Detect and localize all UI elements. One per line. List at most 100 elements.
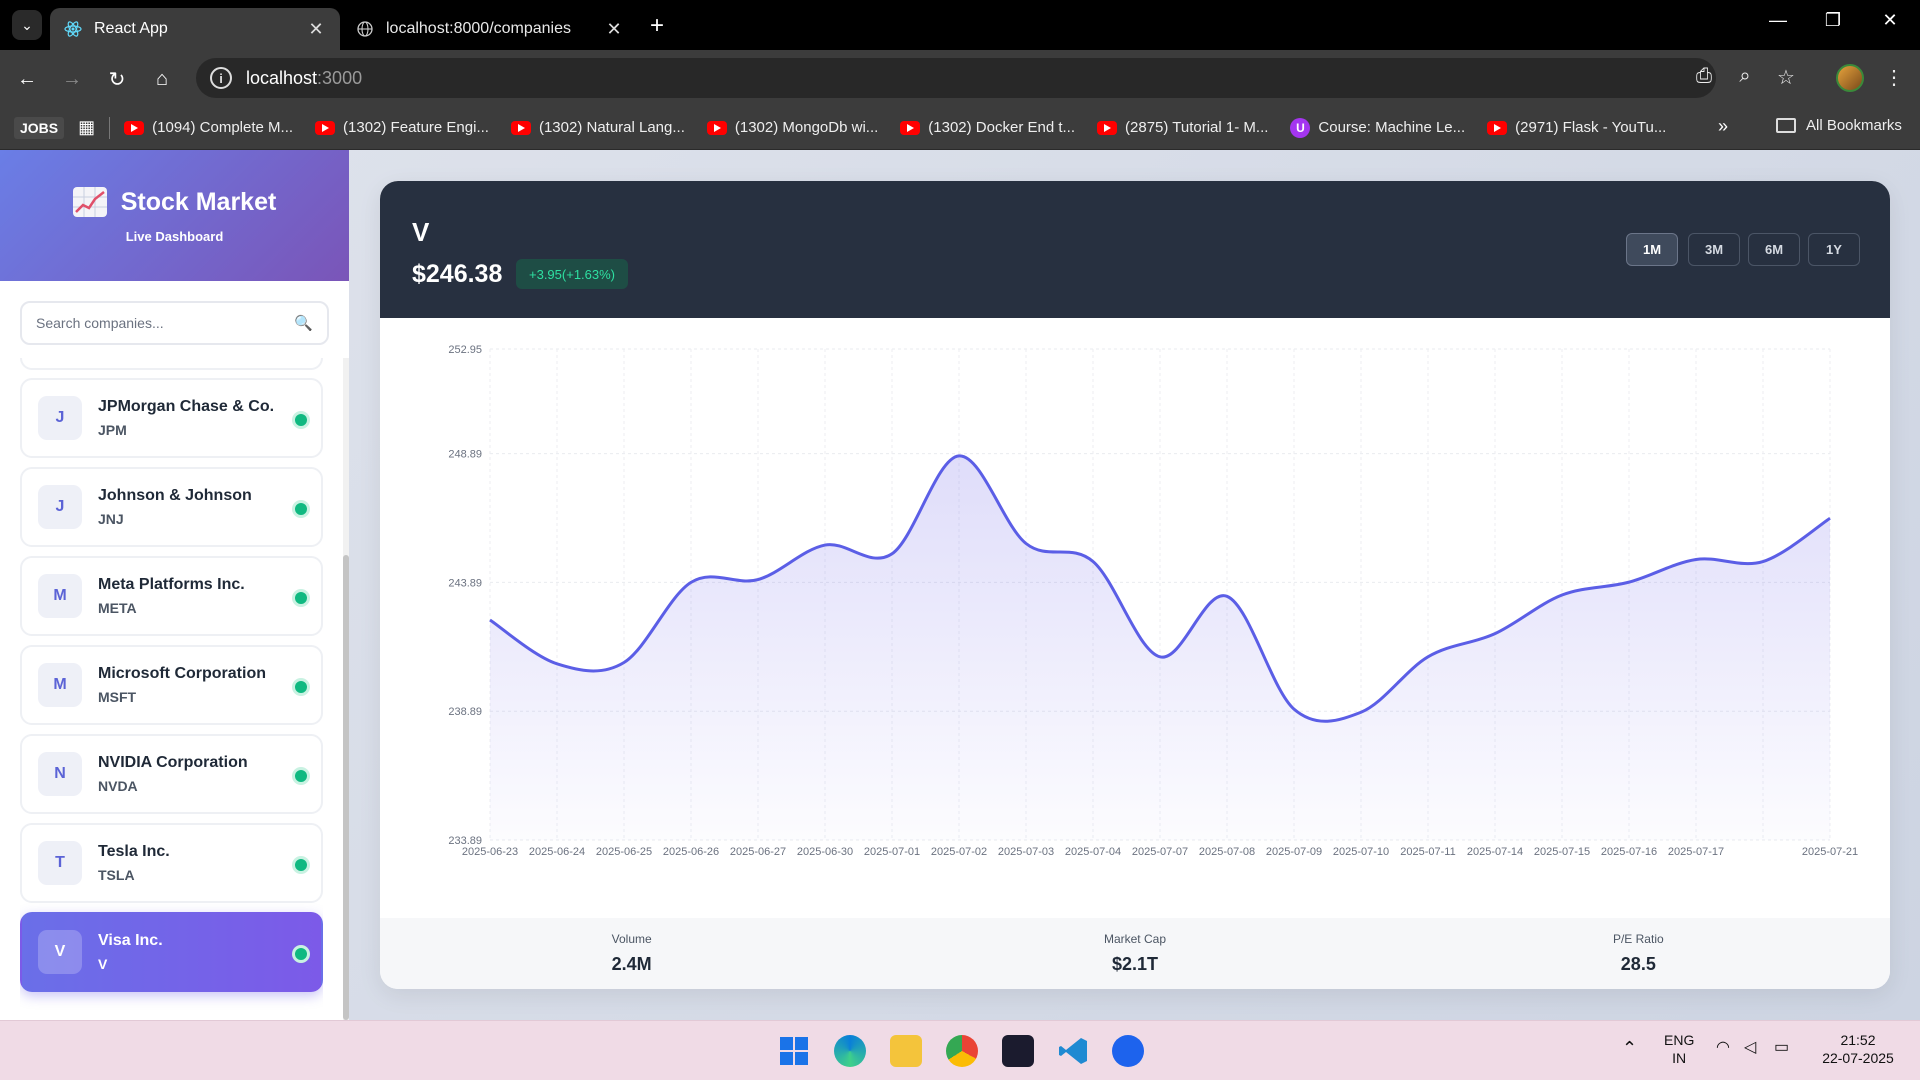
tab-search-button[interactable]: ⌄ — [12, 10, 42, 40]
stock-header: V $246.38 +3.95(+1.63%) 1M 3M 6M 1Y — [380, 181, 1890, 318]
menu-dots-icon[interactable]: ⋮ — [1880, 65, 1908, 90]
more-bookmarks-icon[interactable]: » — [1718, 116, 1728, 137]
close-tab-icon[interactable]: ✕ — [604, 19, 624, 40]
x-tick-label: 2025-07-02 — [931, 846, 987, 858]
bookmark-item[interactable]: (1094) Complete M... — [124, 119, 293, 136]
company-avatar: T — [38, 841, 82, 885]
home-button[interactable]: ⌂ — [147, 64, 177, 94]
address-host: localhost — [246, 67, 318, 88]
company-item-msft[interactable]: M Microsoft Corporation MSFT — [20, 645, 323, 725]
stat-value: 28.5 — [1620, 954, 1656, 974]
search-input[interactable] — [36, 315, 295, 331]
bookmark-item[interactable]: (1302) Docker End t... — [900, 119, 1075, 136]
volume-icon[interactable]: ◁ — [1744, 1039, 1756, 1057]
chevron-up-icon[interactable]: ⌃ — [1622, 1039, 1637, 1057]
tab-bar: ⌄ React App ✕ localhost:8000/companies ✕… — [0, 0, 1920, 50]
list-item-partial[interactable] — [20, 358, 323, 370]
stat-value: $2.1T — [1111, 954, 1158, 974]
install-app-icon[interactable]: ⎙ — [1690, 65, 1718, 88]
app-title: Stock Market — [120, 187, 277, 216]
company-item-tsla[interactable]: T Tesla Inc. TSLA — [20, 823, 323, 903]
youtube-icon — [124, 120, 145, 135]
file-explorer-icon[interactable] — [890, 1035, 922, 1067]
apps-grid-icon[interactable]: ▦ — [78, 117, 95, 138]
battery-icon[interactable]: ▭ — [1774, 1039, 1789, 1057]
stat-label: Market Cap — [1103, 932, 1166, 946]
all-bookmarks[interactable]: All Bookmarks — [1776, 117, 1902, 134]
wifi-icon[interactable]: ◠ — [1716, 1039, 1730, 1057]
minimize-button[interactable]: — — [1758, 10, 1798, 31]
back-button[interactable]: ← — [12, 64, 42, 94]
range-1m-button[interactable]: 1M — [1626, 233, 1678, 266]
bookmark-star-icon[interactable]: ☆ — [1772, 65, 1800, 90]
windows-start-icon[interactable] — [778, 1035, 810, 1067]
close-tab-icon[interactable]: ✕ — [306, 19, 326, 40]
bookmark-item[interactable]: (2875) Tutorial 1- M... — [1097, 119, 1268, 136]
company-list: J JPMorgan Chase & Co. JPM J Johnson & Jo… — [20, 358, 323, 1020]
bookmark-item[interactable]: (2971) Flask - YouTu... — [1487, 119, 1666, 136]
tab-title: localhost:8000/companies — [386, 20, 572, 37]
bookmark-item[interactable]: (1302) Natural Lang... — [510, 119, 685, 136]
chrome-icon[interactable] — [946, 1035, 978, 1067]
windows-taskbar: ⌃ ENG IN ◠ ◁ ▭ 21:52 22-07-2025 — [0, 1020, 1920, 1080]
range-1y-button[interactable]: 1Y — [1808, 233, 1860, 266]
minimize-icon: — — [1769, 10, 1787, 30]
reload-button[interactable]: ↻ — [102, 64, 132, 94]
app-subtitle: Live Dashboard — [125, 229, 224, 244]
address-bar[interactable]: i localhost:3000 — [196, 58, 1716, 98]
app-page: Stock Market Live Dashboard 🔍 J JPMorgan… — [0, 150, 1920, 1020]
language-indicator[interactable]: ENG IN — [1664, 1031, 1694, 1067]
close-icon: ✕ — [1882, 10, 1898, 30]
x-tick-label: 2025-07-21 — [1802, 846, 1858, 858]
forward-button[interactable]: → — [57, 64, 87, 94]
range-6m-button[interactable]: 6M — [1748, 233, 1800, 266]
sidebar-scrollbar-thumb[interactable] — [343, 555, 349, 1020]
docker-icon[interactable] — [1112, 1035, 1144, 1067]
x-tick-label: 2025-07-17 — [1668, 846, 1724, 858]
youtube-icon — [1487, 120, 1508, 135]
jetbrains-icon[interactable] — [1002, 1035, 1034, 1067]
live-status-dot — [295, 681, 307, 693]
company-avatar: M — [38, 663, 82, 707]
youtube-icon — [510, 120, 531, 135]
company-ticker: MSFT — [98, 689, 137, 705]
company-item-jpm[interactable]: J JPMorgan Chase & Co. JPM — [20, 378, 323, 458]
close-window-button[interactable]: ✕ — [1870, 10, 1910, 31]
restore-button[interactable]: ❐ — [1813, 10, 1853, 31]
stat-label: P/E Ratio — [1612, 932, 1664, 946]
site-info-icon[interactable]: i — [210, 67, 232, 89]
lang-text: ENG — [1664, 1032, 1695, 1048]
bookmark-item[interactable]: (1302) MongoDb wi... — [706, 119, 878, 136]
x-tick-label: 2025-07-01 — [864, 846, 920, 858]
range-3m-button[interactable]: 3M — [1688, 233, 1740, 266]
company-ticker: V — [98, 956, 108, 972]
tab-companies[interactable]: localhost:8000/companies ✕ — [342, 8, 638, 50]
company-item-meta[interactable]: M Meta Platforms Inc. META — [20, 556, 323, 636]
new-tab-button[interactable]: + — [650, 12, 664, 40]
company-item-jnj[interactable]: J Johnson & Johnson JNJ — [20, 467, 323, 547]
bookmark-item[interactable]: U Course: Machine Le... — [1290, 117, 1465, 138]
x-tick-label: 2025-07-09 — [1266, 846, 1322, 858]
stock-symbol: V — [412, 217, 430, 247]
region-text: IN — [1672, 1050, 1687, 1066]
tab-react-app[interactable]: React App ✕ — [50, 8, 340, 50]
stat-volume: Volume 2.4M — [380, 918, 883, 989]
bookmark-item[interactable]: (1302) Feature Engi... — [315, 119, 489, 136]
search-icon[interactable]: 🔍 — [294, 314, 313, 332]
x-tick-label: 2025-07-04 — [1065, 846, 1121, 858]
udemy-icon: U — [1290, 117, 1311, 138]
clock[interactable]: 21:52 22-07-2025 — [1818, 1031, 1898, 1067]
bookmark-jobs[interactable]: JOBS — [14, 116, 65, 139]
company-item-nvda[interactable]: N NVIDIA Corporation NVDA — [20, 734, 323, 814]
vscode-icon[interactable] — [1058, 1035, 1090, 1067]
x-tick-label: 2025-07-11 — [1400, 846, 1455, 858]
company-item-v[interactable]: V Visa Inc. V — [20, 912, 323, 992]
company-ticker: NVDA — [98, 778, 138, 794]
profile-avatar[interactable] — [1836, 64, 1864, 92]
zoom-icon[interactable]: ⌕ — [1731, 65, 1759, 88]
folder-icon — [1776, 118, 1796, 133]
edge-icon[interactable] — [834, 1035, 866, 1067]
y-tick-label: 243.89 — [448, 577, 482, 589]
react-icon — [64, 20, 82, 38]
sidebar: Stock Market Live Dashboard 🔍 J JPMorgan… — [0, 150, 349, 1020]
